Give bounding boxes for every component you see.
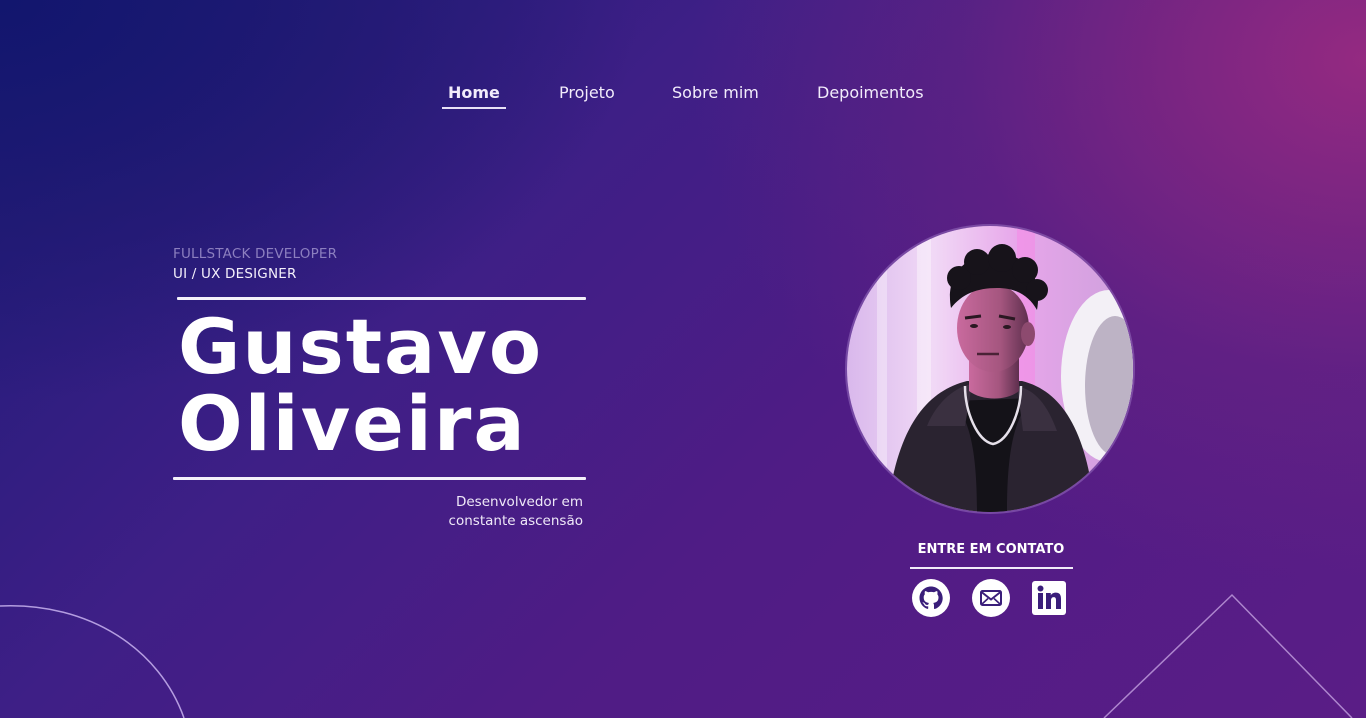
hero-last-name: Oliveira	[178, 379, 527, 468]
nav-item-sobre-mim[interactable]: Sobre mim	[672, 82, 759, 104]
contact-title: ENTRE EM CONTATO	[917, 542, 1065, 557]
mail-icon	[972, 579, 1010, 617]
profile-photo	[847, 226, 1133, 512]
decor-circle-arc	[0, 605, 185, 718]
role-primary: FULLSTACK DEVELOPER	[173, 246, 338, 262]
tagline-line-1: Desenvolvedor em	[455, 494, 583, 510]
contact-divider	[910, 567, 1073, 569]
main-nav: Home Projeto Sobre mim Depoimentos	[0, 82, 1366, 112]
nav-item-depoimentos[interactable]: Depoimentos	[817, 82, 924, 104]
github-icon	[912, 579, 950, 617]
hero-tagline: Desenvolvedor em constante ascensão	[449, 493, 583, 531]
hero-first-name: Gustavo	[178, 302, 544, 391]
email-link[interactable]	[972, 579, 1010, 617]
github-link[interactable]	[912, 579, 950, 617]
tagline-line-2: constante ascensão	[448, 513, 583, 529]
nav-item-projeto[interactable]: Projeto	[559, 82, 615, 104]
decor-triangle	[1103, 593, 1353, 718]
nav-item-home[interactable]: Home	[442, 82, 506, 109]
name-top-divider	[177, 297, 586, 300]
name-bottom-divider	[173, 477, 586, 480]
role-secondary: UI / UX DESIGNER	[173, 266, 297, 282]
linkedin-icon	[1032, 581, 1066, 615]
linkedin-link[interactable]	[1030, 579, 1068, 617]
